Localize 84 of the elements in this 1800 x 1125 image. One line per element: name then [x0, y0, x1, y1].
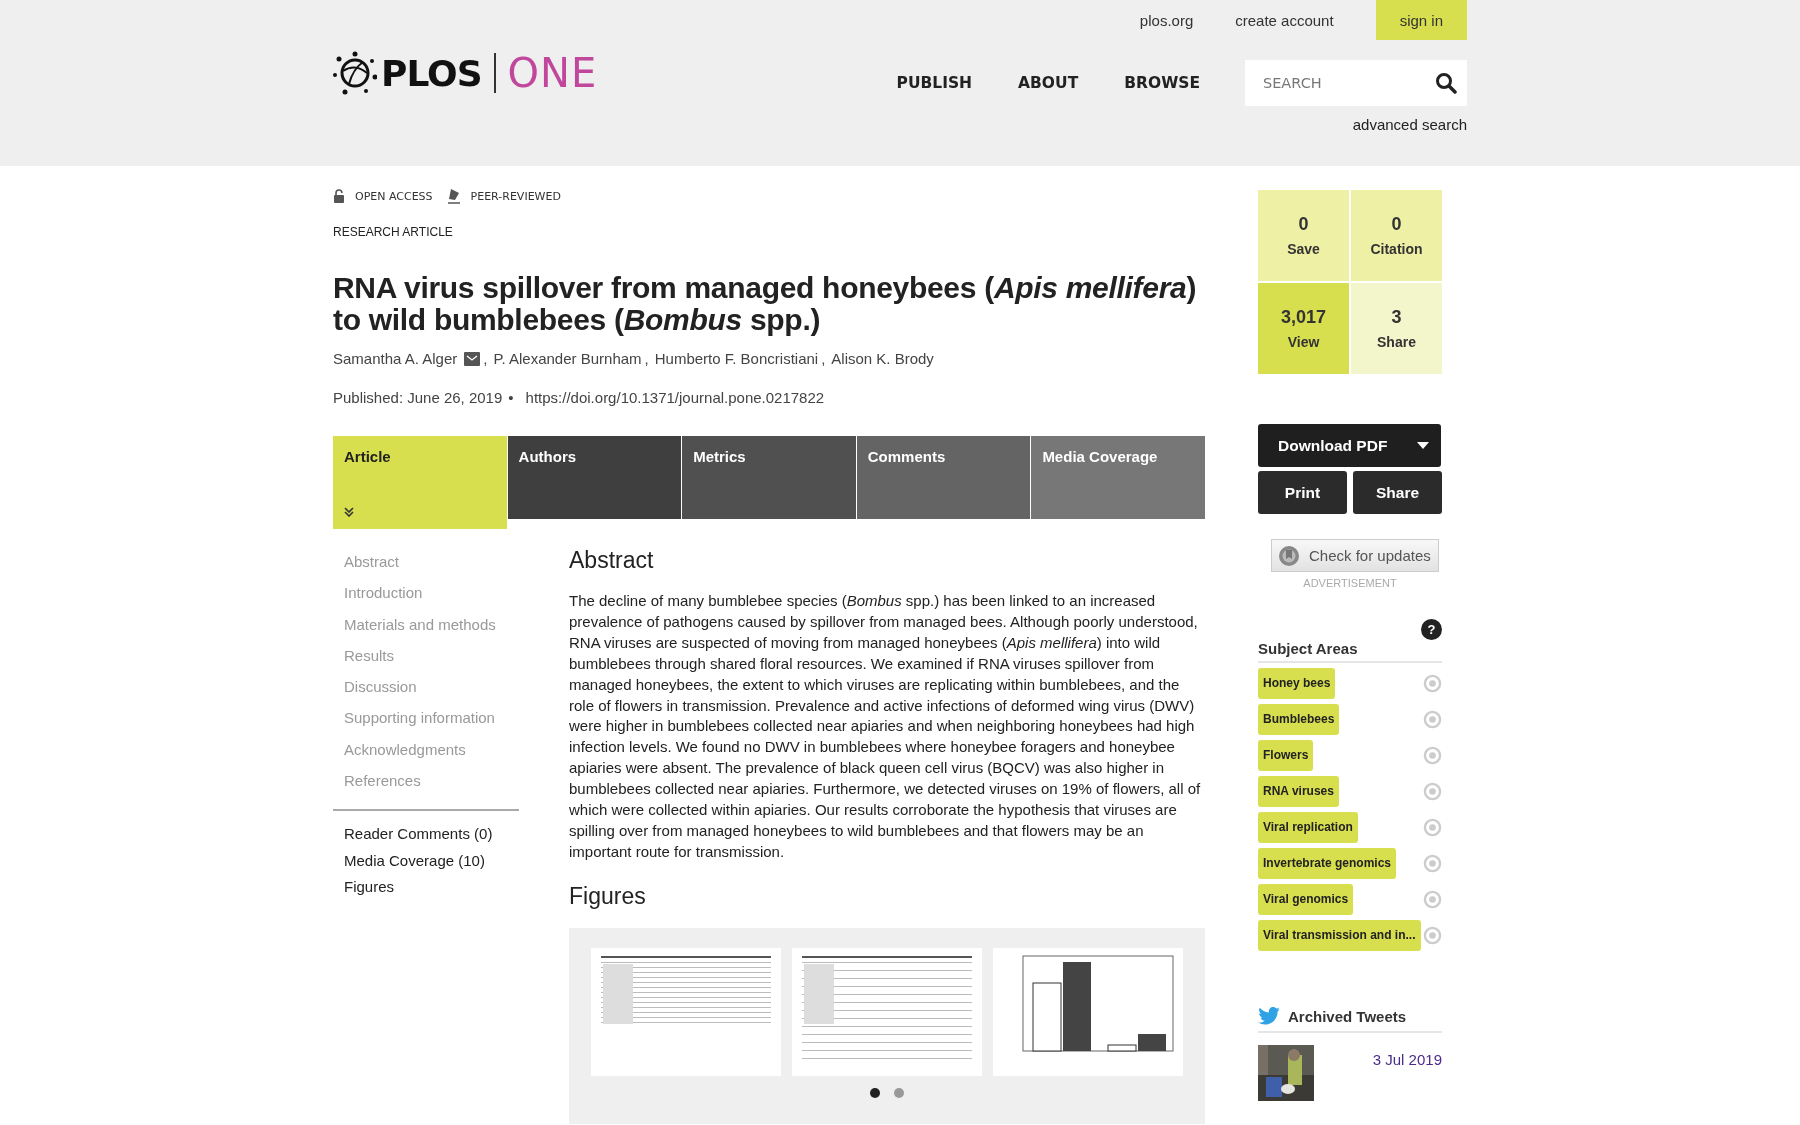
radio-icon[interactable] [1423, 926, 1442, 945]
separator: • [508, 389, 514, 406]
badge-label: OPEN ACCESS [355, 189, 433, 203]
action-button[interactable]: Share [1353, 471, 1442, 514]
double-chevron-icon [344, 507, 354, 517]
subject-tag[interactable]: Invertebrate genomics [1258, 848, 1397, 879]
padlock-icon [333, 189, 345, 203]
envelope-icon[interactable] [464, 351, 481, 366]
pen-icon [446, 188, 461, 204]
radio-icon[interactable] [1423, 746, 1442, 765]
archived-tweets-heading: Archived Tweets [1288, 1007, 1407, 1025]
metric-label: Share [1377, 334, 1416, 350]
caret-icon [1417, 442, 1429, 449]
metric-tile[interactable]: 3 Share [1351, 283, 1442, 374]
metric-value: 3,017 [1280, 307, 1326, 328]
carousel-dot[interactable] [894, 1087, 904, 1098]
section-link[interactable]: Reader Comments (0) [344, 821, 519, 848]
search-input[interactable]: SEARCH [1261, 74, 1435, 92]
badge-icon [1277, 543, 1301, 568]
radio-icon[interactable] [1423, 674, 1442, 693]
subject-tag[interactable]: Viral genomics [1258, 884, 1354, 915]
metric-label: Citation [1370, 241, 1423, 257]
metric-tile[interactable]: 3,017 View [1258, 283, 1349, 374]
radio-icon[interactable] [1423, 782, 1442, 801]
help-button[interactable]: ? [1421, 619, 1442, 640]
header-link[interactable]: create account [1235, 11, 1334, 29]
carousel-dot[interactable] [870, 1087, 880, 1098]
published-date: Published: June 26, 2019 [333, 389, 503, 406]
header-link[interactable]: plos.org [1139, 11, 1194, 29]
nav-link[interactable]: PUBLISH [896, 74, 973, 92]
nav-link[interactable]: ABOUT [1018, 74, 1079, 92]
tab[interactable]: Article [333, 436, 507, 529]
action-button[interactable]: Print [1258, 471, 1347, 514]
tab[interactable]: Authors [507, 436, 682, 519]
advanced-search-link[interactable]: advanced search [1352, 116, 1467, 133]
subject-tag[interactable]: Viral replication [1258, 812, 1358, 843]
metric-value: 0 [1298, 214, 1309, 235]
search-icon[interactable] [1435, 72, 1457, 94]
author-link[interactable]: Alison K. Brody [831, 350, 934, 367]
tab[interactable]: Comments [856, 436, 1031, 519]
doi-link[interactable]: https://doi.org/10.1371/journal.pone.0217822 [525, 389, 825, 406]
author-link[interactable]: P. Alexander Burnham [493, 350, 642, 367]
subject-areas-heading: Subject Areas [1258, 640, 1442, 663]
journal-name[interactable]: ONE [507, 50, 598, 96]
author-link[interactable]: Samantha A. Alger [333, 350, 458, 367]
radio-icon[interactable] [1423, 854, 1442, 873]
metric-label: Save [1287, 241, 1320, 257]
subject-tag[interactable]: Honey bees [1258, 668, 1336, 699]
separator: , [644, 350, 649, 367]
section-link[interactable]: Figures [344, 874, 519, 901]
abstract-text: The decline of many bumblebee species (Bombus spp.) has been linked to an increased prevalence of pathogens caused by spillover from managed bees. Although poorly understood, RNA viruses are suspected of moving from managed honeybees (Apis mellifera) into wild bumblebees through shared floral resources. We examined if RNA viruses spillover from managed honeybees, the extent to which viruses are replicating within bumblebees, and the role of flowers in transmission. Prevalence and active infections of deformed wing virus (DWV) were higher in bumblebees collected near apiaries and when neighboring honeybees had high infection levels. We found no DWV in bumblebees where honeybee foragers and honeybee apiaries were absent. The prevalence of black queen cell virus (BQCV) was also higher in bumblebees collected near apiaries. Furthermore, we detected viruses on 19% of flowers, all of which were collected within apiaries. Our results corroborate the hypothesis that viruses are spilling over from managed honeybees to wild bumblebees and that flowers may be an important route for transmission. [569, 591, 1202, 862]
metric-tile[interactable]: 0 Save [1258, 190, 1349, 281]
badge-label: PEER-REVIEWED [470, 189, 561, 203]
section-heading: Abstract [569, 547, 655, 574]
separator: , [821, 350, 826, 367]
logo-wordmark[interactable]: PLOS [381, 52, 482, 94]
tweet-date[interactable]: 3 Jul 2019 [1372, 1051, 1442, 1068]
subject-tag[interactable]: Bumblebees [1258, 704, 1340, 735]
author-link[interactable]: Humberto F. Boncristiani [654, 350, 819, 367]
advertisement-label: ADVERTISEMENT [1302, 577, 1398, 589]
metric-value: 3 [1391, 307, 1402, 328]
separator: , [483, 350, 488, 367]
metric-label: View [1287, 334, 1320, 350]
sign-in-button[interactable]: sign in [1375, 0, 1467, 40]
nav-link[interactable]: BROWSE [1124, 74, 1200, 92]
tab[interactable]: Media Coverage [1031, 436, 1205, 519]
article-title: RNA virus spillover from managed honeybees (Apis mellifera) to wild bumblebees (Bombus spp.) [333, 272, 1198, 336]
tab[interactable]: Metrics [682, 436, 856, 519]
subject-tag[interactable]: Viral transmission and in... [1258, 920, 1421, 951]
radio-icon[interactable] [1423, 818, 1442, 837]
subject-tag[interactable]: Flowers [1258, 740, 1314, 771]
bird-icon [1258, 1007, 1280, 1025]
check-for-updates-button[interactable]: Check for updates [1271, 539, 1439, 572]
article-type: RESEARCH ARTICLE [333, 225, 454, 239]
subject-tag[interactable]: RNA viruses [1258, 776, 1339, 807]
radio-icon[interactable] [1423, 890, 1442, 909]
search-field[interactable]: SEARCH [1245, 60, 1467, 106]
radio-icon[interactable] [1423, 710, 1442, 729]
section-link[interactable]: Media Coverage (10) [344, 847, 519, 875]
section-heading: Figures [569, 882, 647, 910]
metric-value: 0 [1391, 214, 1402, 235]
metric-tile[interactable]: 0 Citation [1351, 190, 1442, 281]
download-pdf-button[interactable]: Download PDF [1258, 424, 1441, 467]
globe-logo-icon [333, 51, 377, 95]
